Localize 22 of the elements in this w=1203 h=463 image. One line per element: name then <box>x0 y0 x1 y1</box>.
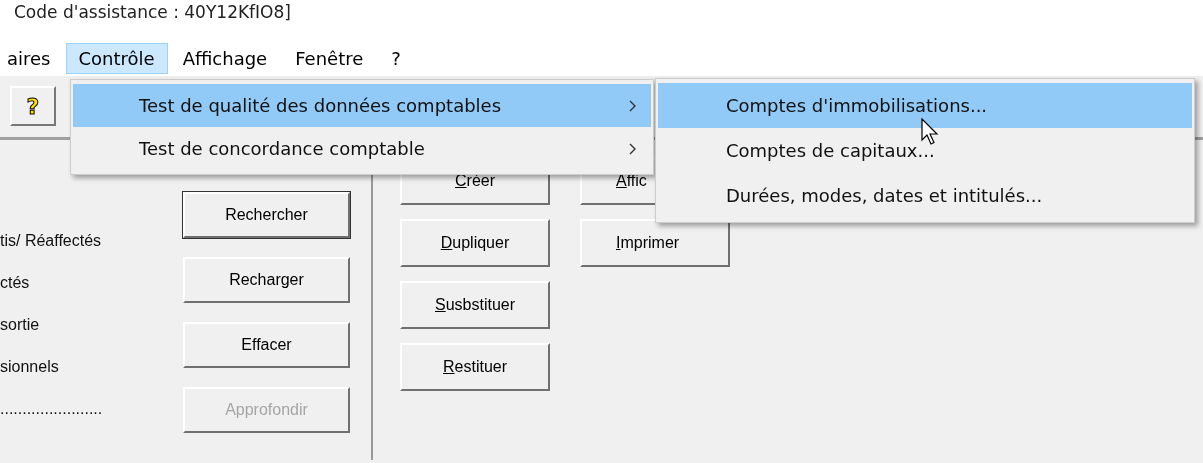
menu-item[interactable]: Fenêtre <box>282 42 377 74</box>
action-button[interactable]: Dupliquer <box>400 219 550 267</box>
window-title: Code d'assistance : 40Y12KfIO8] <box>14 2 291 22</box>
menu-item[interactable]: ? <box>378 42 414 74</box>
menu-item[interactable]: aires <box>0 42 64 74</box>
dialog-button[interactable]: Rechercher <box>183 192 350 238</box>
action-button[interactable]: Restituer <box>400 343 550 391</box>
menu-entry[interactable]: Test de qualité des données comptables <box>73 84 651 127</box>
field-label: sionnels <box>0 357 60 377</box>
action-button[interactable]: Susbstituer <box>400 281 550 329</box>
menu-item[interactable]: Affichage <box>169 42 281 74</box>
field-label: sortie <box>0 315 41 335</box>
menu-item[interactable]: Contrôle <box>65 42 168 74</box>
dialog-button[interactable]: Effacer <box>183 322 350 368</box>
menu-entry[interactable]: Durées, modes, dates et intitulés... <box>658 173 1192 218</box>
dialog-button[interactable]: Recharger <box>183 257 350 303</box>
menu-entry[interactable]: Comptes de capitaux... <box>658 128 1192 173</box>
menu-entry[interactable]: Comptes d'immobilisations... <box>658 83 1192 128</box>
action-button[interactable]: Imprimer <box>580 219 730 267</box>
field-label: ctés <box>0 273 31 293</box>
field-label: ....................... <box>0 399 104 419</box>
field-label: tis/ Réaffectés <box>0 231 103 251</box>
